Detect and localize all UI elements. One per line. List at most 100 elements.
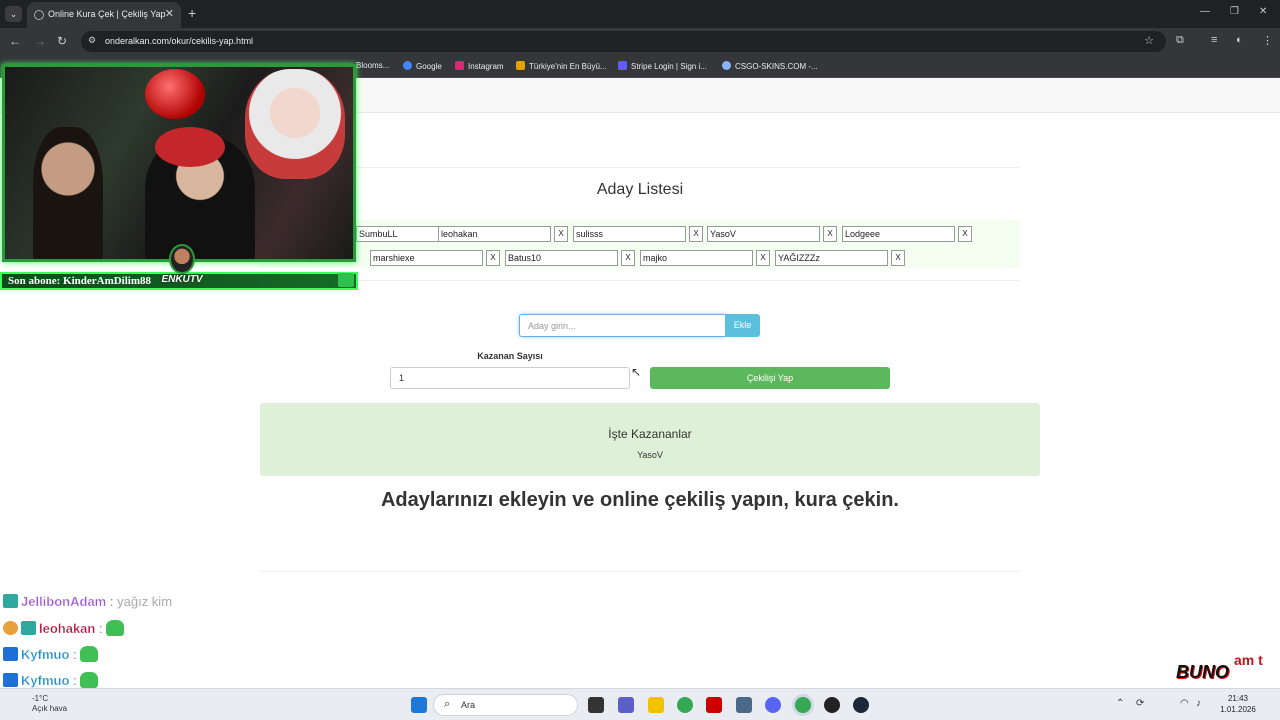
file-explorer-icon[interactable] (648, 697, 664, 713)
discord-icon[interactable] (765, 697, 781, 713)
remove-candidate-button[interactable]: X (958, 226, 972, 242)
tray-app-icon[interactable]: ⟳ (1136, 698, 1144, 709)
webcam-feed (2, 64, 356, 262)
candidate-name[interactable]: sulisss (573, 226, 686, 242)
divider (260, 167, 1020, 168)
candidate-name[interactable]: Lodgeee (842, 226, 955, 242)
winner-count-input[interactable]: 1 (390, 367, 630, 389)
bookmark-instagram[interactable]: Instagram (455, 61, 504, 71)
maximize-icon[interactable]: ❐ (1230, 6, 1239, 17)
divider (260, 571, 1020, 572)
app-icon[interactable] (736, 697, 752, 713)
bookmark-star-icon[interactable]: ☆ (1144, 34, 1154, 47)
stripe-icon (618, 61, 627, 70)
remove-candidate-button[interactable]: X (756, 250, 770, 266)
media-icon[interactable]: ≡ (1211, 34, 1217, 46)
app-icon[interactable] (706, 697, 722, 713)
candidate-panel: SumbuLL X leohakan X sulisss X YasoV X L… (260, 220, 1020, 268)
candidate-name[interactable]: marshiexe (370, 250, 483, 266)
remove-candidate-button[interactable]: X (621, 250, 635, 266)
badge-icon (3, 594, 18, 608)
url-text: onderalkan.com/okur/cekilis-yap.html (105, 36, 254, 46)
channel-badge-text: ENKUTV (161, 274, 203, 285)
taskbar: -1°C Açık hava ⌕ Ara ⌃ ⟳ ◠ ♪ 21:43 1.01.… (0, 688, 1280, 720)
remove-candidate-button[interactable]: X (891, 250, 905, 266)
latest-subscriber-text: Son abone: KinderAmDilim88 (8, 275, 152, 287)
candidate-name[interactable]: Batus10 (505, 250, 618, 266)
chat-message: Kyfmuo : (3, 646, 99, 662)
obs-icon[interactable] (824, 697, 840, 713)
tab-close-icon[interactable]: ✕ (165, 7, 174, 20)
back-icon[interactable]: ← (9, 34, 21, 48)
search-placeholder: Ara (461, 700, 476, 710)
site-info-icon[interactable]: ⚙ (88, 35, 96, 46)
page-headline: Adaylarınızı ekleyin ve online çekiliş y… (380, 489, 899, 511)
brand-overlay: BUNO am t (1158, 652, 1280, 692)
badge-icon (3, 647, 18, 661)
coin-badge-icon (3, 621, 18, 635)
volume-icon[interactable]: ♪ (1196, 698, 1201, 709)
brand-tail-text: am t (1234, 652, 1263, 668)
channel-badge: ENKUTV (155, 244, 209, 292)
google-icon (403, 61, 412, 70)
remove-candidate-button[interactable]: X (554, 226, 568, 242)
winners-list: YasoV (637, 450, 663, 460)
remove-candidate-button[interactable]: X (823, 226, 837, 242)
chat-message: leohakan : (3, 620, 125, 636)
add-button[interactable]: Ekle (725, 314, 760, 337)
candidate-name[interactable]: majko (640, 250, 753, 266)
remove-candidate-button[interactable]: X (689, 226, 703, 242)
bookmark-site-icon (516, 61, 525, 70)
minimize-icon[interactable]: — (1200, 6, 1210, 17)
task-view-icon[interactable] (588, 697, 604, 713)
chat-message: Kyfmuo : (3, 672, 99, 688)
candidate-name[interactable]: YAĞIZZZz (775, 250, 888, 266)
candidate-input[interactable]: Aday girin... (519, 314, 726, 337)
brand-logo-text: BUNO (1176, 662, 1229, 682)
candidate-name[interactable]: YasoV (707, 226, 820, 242)
active-tab[interactable]: Online Kura Çek | Çekiliş Yap ✕ (27, 2, 181, 28)
taskbar-clock[interactable]: 21:43 1.01.2026 (1218, 693, 1258, 715)
reload-icon[interactable]: ↻ (57, 34, 67, 48)
weather-widget[interactable]: -1°C Açık hava (32, 694, 67, 714)
windows-start-icon[interactable] (411, 697, 427, 713)
extensions-icon[interactable]: ⧉ (1176, 34, 1184, 47)
close-window-icon[interactable]: ✕ (1259, 6, 1267, 17)
candidate-list-title: Aday Listesi (596, 181, 684, 198)
wifi-icon[interactable]: ◠ (1180, 698, 1189, 709)
csgo-icon (722, 61, 731, 70)
emote-icon (106, 620, 125, 636)
profile-icon[interactable]: ◐ (1236, 34, 1243, 46)
menu-icon[interactable]: ⋮ (1262, 34, 1273, 47)
divider (260, 280, 1020, 281)
globe-icon (34, 10, 44, 20)
browser-tab-bar: ⌄ Online Kura Çek | Çekiliş Yap ✕ + — ❐ … (0, 0, 1280, 28)
tray-chevron-icon[interactable]: ⌃ (1116, 698, 1124, 709)
avatar (169, 244, 195, 274)
winner-count-label: Kazanan Sayısı (477, 351, 543, 361)
url-bar[interactable]: ⚙ onderalkan.com/okur/cekilis-yap.html ☆ (81, 31, 1166, 52)
tab-search-icon[interactable]: ⌄ (5, 6, 22, 22)
winners-title: İşte Kazananlar (608, 427, 692, 441)
steam-icon[interactable] (853, 697, 869, 713)
bookmark-blooms[interactable]: Blooms... (356, 61, 389, 70)
remove-candidate-button[interactable]: X (486, 250, 500, 266)
mouse-cursor-icon: ↖ (631, 365, 642, 379)
bookmark-stripe[interactable]: Stripe Login | Sign i... (618, 61, 707, 71)
taskbar-search[interactable]: ⌕ Ara (433, 694, 578, 716)
streamer-guest (33, 127, 103, 259)
teams-icon[interactable] (618, 697, 634, 713)
chrome-icon[interactable] (677, 697, 693, 713)
channel-logo-icon (338, 273, 354, 287)
bookmark-csgo[interactable]: CSGO-SKINS.COM -... (722, 61, 818, 71)
bookmark-turkiye[interactable]: Türkiye'nin En Büyü... (516, 61, 607, 71)
red-hat (155, 127, 225, 167)
draw-button[interactable]: Çekilişi Yap (650, 367, 890, 389)
forward-icon[interactable]: → (34, 34, 46, 48)
chrome-active-icon[interactable] (795, 697, 811, 713)
new-tab-icon[interactable]: + (188, 5, 196, 21)
bookmark-google[interactable]: Google (403, 61, 442, 71)
search-icon: ⌕ (444, 698, 451, 710)
candidate-name[interactable]: leohakan (438, 226, 551, 242)
emote-icon (80, 672, 99, 688)
